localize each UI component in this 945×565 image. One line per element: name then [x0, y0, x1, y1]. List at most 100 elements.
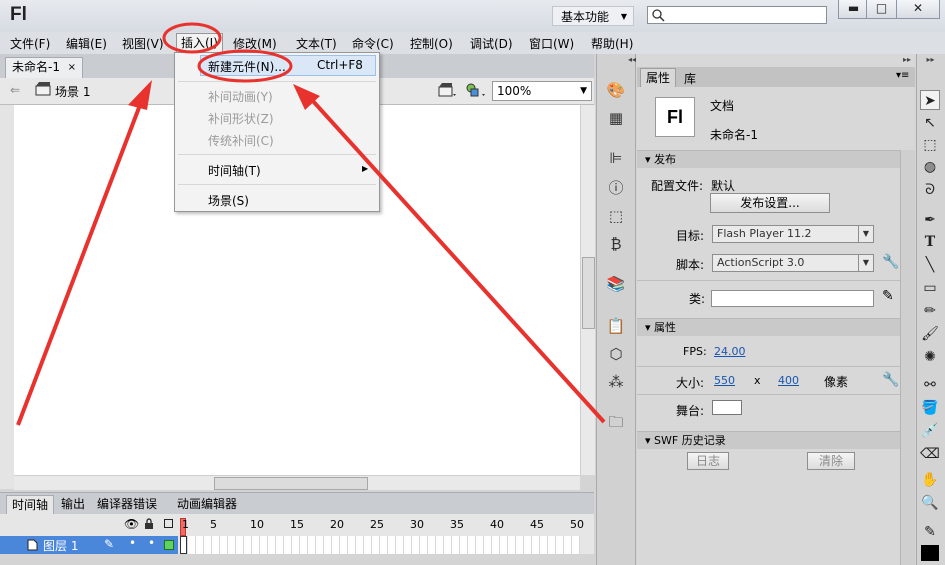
menu-item-motion-tween[interactable]: 补间动画(Y): [208, 88, 273, 105]
bone-tool-icon[interactable]: ⚯: [920, 375, 940, 395]
menu-debug[interactable]: 调试(D): [470, 35, 513, 52]
zoom-select[interactable]: 100% ▼: [492, 81, 592, 101]
eyedropper-tool-icon[interactable]: 💉: [920, 421, 940, 441]
text-tool-icon[interactable]: T: [920, 232, 940, 252]
script-select[interactable]: ActionScript 3.0 ▼: [712, 254, 874, 272]
edit-scene-icon[interactable]: [438, 82, 458, 98]
menu-file[interactable]: 文件(F): [10, 35, 50, 52]
rectangle-tool-icon[interactable]: ▭: [920, 278, 940, 298]
menu-modify[interactable]: 修改(M): [233, 35, 277, 52]
tab-properties[interactable]: 属性: [640, 68, 676, 87]
subselection-tool-icon[interactable]: ↖: [920, 113, 940, 133]
eye-icon[interactable]: 👁: [124, 517, 139, 531]
help-search-input[interactable]: [647, 6, 827, 24]
section-properties[interactable]: ▾ 属性: [637, 318, 900, 336]
panel-menu-icon[interactable]: ▾≡: [896, 70, 909, 81]
menu-help[interactable]: 帮助(H): [591, 35, 633, 52]
menu-item-shape-tween[interactable]: 补间形状(Z): [208, 110, 274, 127]
workspace-switcher[interactable]: 基本功能 ▼: [552, 6, 634, 26]
3d-rotation-tool-icon[interactable]: ◍: [920, 157, 940, 177]
tab-compiler-errors[interactable]: 编译器错误: [92, 495, 162, 514]
clear-button[interactable]: 清除: [807, 452, 855, 470]
visibility-dot[interactable]: •: [129, 536, 136, 550]
wrench-icon[interactable]: 🔧: [882, 254, 899, 270]
wrench-icon[interactable]: 🔧: [882, 372, 899, 388]
menu-item-new-symbol[interactable]: 新建元件(N)...: [208, 58, 286, 75]
properties-scrollbar[interactable]: [900, 150, 915, 565]
close-icon[interactable]: ×: [68, 58, 76, 77]
eraser-tool-icon[interactable]: ⌫: [920, 444, 940, 464]
menu-window[interactable]: 窗口(W): [529, 35, 574, 52]
tab-output[interactable]: 输出: [56, 495, 90, 514]
menu-item-scene[interactable]: 场景(S): [208, 192, 249, 209]
width-value[interactable]: 550: [714, 374, 735, 387]
menu-text[interactable]: 文本(T): [296, 35, 337, 52]
scroll-thumb[interactable]: [582, 257, 595, 329]
vertical-scrollbar[interactable]: [580, 105, 595, 475]
menu-insert[interactable]: 插入(I): [176, 33, 223, 53]
fill-color-swatch[interactable]: [921, 545, 939, 561]
section-publish[interactable]: ▾ 发布: [637, 150, 900, 168]
menu-item-classic-tween[interactable]: 传统补间(C): [208, 132, 274, 149]
pen-tool-icon[interactable]: ✒: [920, 210, 940, 230]
tab-motion-editor[interactable]: 动画编辑器: [172, 495, 242, 514]
actions-icon[interactable]: 📋: [606, 316, 626, 336]
frame-cells[interactable]: [180, 536, 580, 554]
components-icon[interactable]: ⬡: [606, 344, 626, 364]
fps-value[interactable]: 24.00: [714, 345, 746, 358]
scroll-thumb[interactable]: [214, 477, 368, 490]
line-tool-icon[interactable]: ╲: [920, 255, 940, 275]
collapse-arrows-icon[interactable]: ▸▸: [916, 54, 945, 66]
log-button[interactable]: 日志: [687, 452, 729, 470]
menu-view[interactable]: 视图(V): [122, 35, 164, 52]
document-tab[interactable]: 未命名-1 ×: [5, 57, 83, 78]
library-books-icon[interactable]: 📚: [606, 274, 626, 294]
transform-icon[interactable]: ⬚: [606, 206, 626, 226]
menu-control[interactable]: 控制(O): [410, 35, 453, 52]
paint-bucket-tool-icon[interactable]: 🪣: [920, 398, 940, 418]
selection-tool-icon[interactable]: ➤: [920, 90, 940, 110]
stroke-color-icon[interactable]: ✎: [920, 522, 940, 542]
maximize-button[interactable]: □: [866, 0, 897, 19]
hand-tool-icon[interactable]: ✋: [920, 470, 940, 490]
layer-outline-color[interactable]: [164, 540, 174, 550]
zoom-tool-icon[interactable]: 🔍: [920, 493, 940, 513]
tab-timeline[interactable]: 时间轴: [6, 495, 55, 514]
stage-color-swatch[interactable]: [712, 400, 742, 415]
pencil-tool-icon[interactable]: ✏: [920, 301, 940, 321]
horizontal-scrollbar[interactable]: [14, 475, 580, 490]
expand-arrows-icon[interactable]: ◂◂: [596, 54, 636, 66]
height-value[interactable]: 400: [778, 374, 799, 387]
info-icon[interactable]: ⓘ: [606, 178, 626, 198]
project-folder-icon[interactable]: 🗀: [606, 412, 626, 432]
menu-edit[interactable]: 编辑(E): [66, 35, 107, 52]
lock-icon[interactable]: [144, 518, 154, 530]
menu-item-timeline[interactable]: 时间轴(T): [208, 162, 261, 179]
menu-commands[interactable]: 命令(C): [352, 35, 394, 52]
layer-name[interactable]: 图层 1: [43, 537, 78, 554]
section-swf-history[interactable]: ▾ SWF 历史记录: [637, 431, 900, 449]
menu-item-shortcut: Ctrl+F8: [317, 58, 363, 72]
edit-symbols-icon[interactable]: [465, 82, 487, 98]
lasso-tool-icon[interactable]: ᘐ: [920, 180, 940, 200]
deco-tool-icon[interactable]: ✺: [920, 347, 940, 367]
collapse-arrows-icon[interactable]: ▸▸: [637, 54, 915, 66]
code-snippets-icon[interactable]: ₿: [606, 234, 626, 254]
swatches-icon[interactable]: ▦: [606, 108, 626, 128]
back-arrow-icon[interactable]: ⇐: [10, 83, 20, 97]
tab-library[interactable]: 库: [684, 70, 696, 87]
brush-tool-icon[interactable]: 🖌: [920, 324, 940, 344]
close-button[interactable]: ✕: [896, 0, 940, 19]
lock-dot[interactable]: •: [148, 536, 155, 550]
publish-settings-button[interactable]: 发布设置...: [710, 193, 830, 213]
outline-icon[interactable]: [164, 519, 173, 528]
keyframe[interactable]: [180, 536, 187, 554]
motion-presets-icon[interactable]: ⁂: [606, 372, 626, 392]
minimize-button[interactable]: ▬: [838, 0, 869, 19]
class-input[interactable]: [711, 290, 874, 307]
target-select[interactable]: Flash Player 11.2 ▼: [712, 225, 874, 243]
free-transform-tool-icon[interactable]: ⬚: [920, 135, 940, 155]
color-palette-icon[interactable]: 🎨: [606, 80, 626, 100]
align-icon[interactable]: ⊫: [606, 148, 626, 168]
pencil-icon[interactable]: ✎: [882, 288, 894, 304]
